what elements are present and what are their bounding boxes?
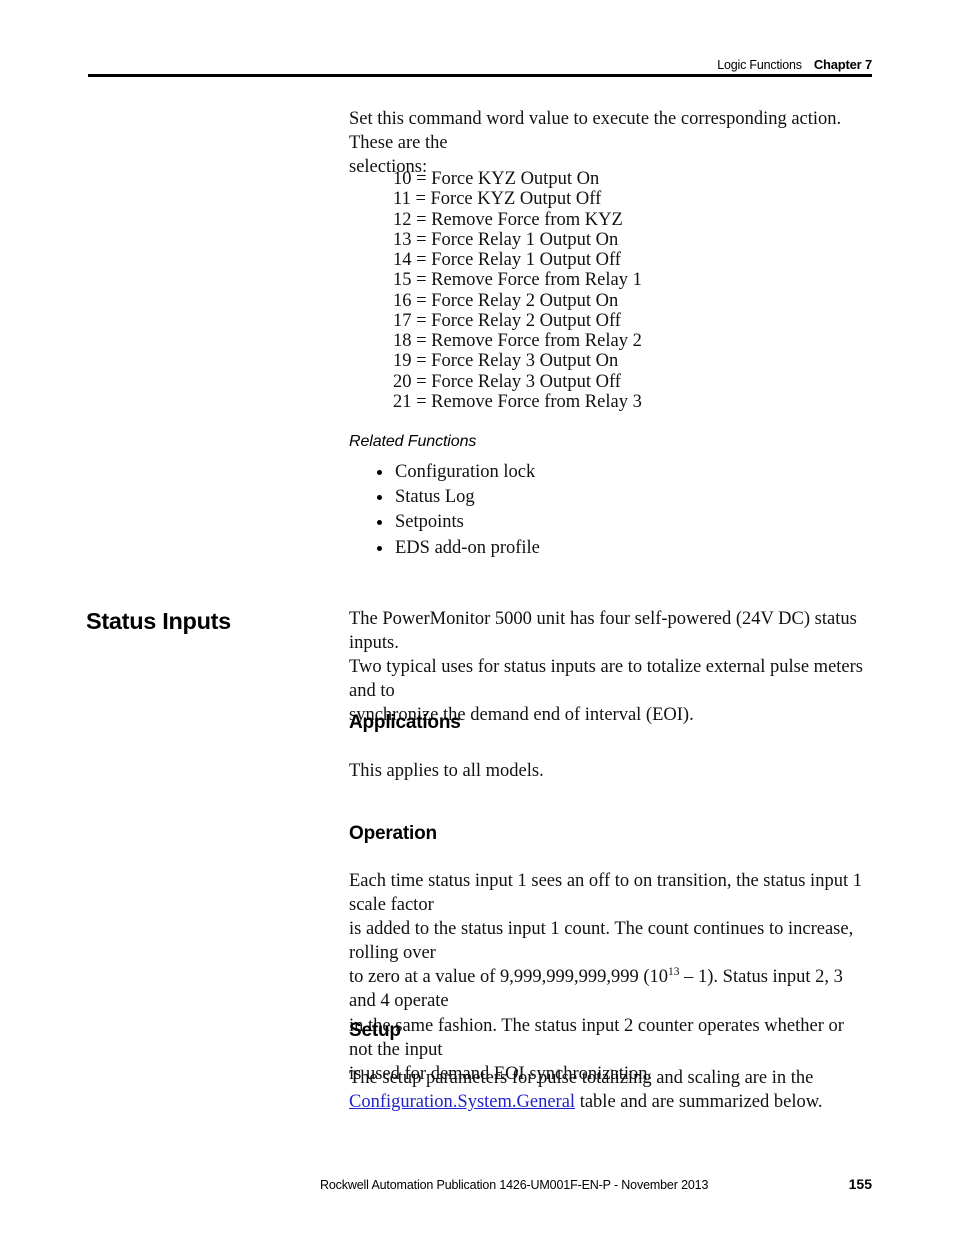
list-item: 16 = Force Relay 2 Output On (393, 290, 619, 311)
list-item: 17 = Force Relay 2 Output Off (393, 310, 621, 331)
list-item-label: Status Log (395, 487, 475, 508)
list-item: 11 = Force KYZ Output Off (393, 189, 602, 210)
list-item: 15 = Remove Force from Relay 1 (393, 270, 642, 291)
operation-body-line-2: is added to the status input 1 count. Th… (349, 919, 854, 964)
list-item: 19 = Force Relay 3 Output On (393, 351, 619, 372)
setup-body-wrap: The setup parameters for pulse totalizin… (349, 1066, 872, 1114)
bullet-dot-icon (377, 520, 382, 526)
header-text-group: Logic Functions Chapter 7 (717, 57, 872, 72)
configuration-system-general-link[interactable]: Configuration.System.General (349, 1092, 575, 1112)
intro-paragraph-line-1: Set this command word value to execute t… (349, 109, 842, 154)
operation-heading: Operation (349, 823, 437, 844)
list-item-label: Setpoints (395, 512, 464, 533)
header-rule-divider (88, 74, 872, 77)
page-footer: Rockwell Automation Publication 1426-UM0… (320, 1176, 872, 1192)
command-selection-items: 10 = Force KYZ Output On 11 = Force KYZ … (393, 169, 916, 412)
operation-body-line-1: Each time status input 1 sees an off to … (349, 871, 862, 916)
applications-body-wrap: This applies to all models. (349, 759, 872, 783)
setup-heading: Setup (349, 1020, 401, 1041)
list-item: 13 = Force Relay 1 Output On (393, 229, 619, 250)
list-item: 10 = Force KYZ Output On (393, 169, 600, 189)
status-inputs-intro: The PowerMonitor 5000 unit has four self… (349, 607, 872, 727)
applications-body-text: This applies to all models. (349, 761, 544, 781)
operation-body-line-3: to zero at a value of 9,999,999,999,999 … (349, 965, 872, 1013)
list-item: Configuration lock (349, 460, 872, 485)
bullet-dot-icon (377, 545, 382, 551)
setup-body-line-2: Configuration.System.General table and a… (349, 1090, 872, 1114)
header-chapter-label: Chapter 7 (813, 57, 872, 72)
footer-page-number: 155 (848, 1176, 872, 1192)
related-functions-heading: Related Functions (349, 433, 477, 450)
setup-section: Setup (349, 1020, 872, 1042)
applications-heading: Applications (349, 712, 461, 733)
list-item-label: EDS add-on profile (395, 537, 540, 558)
list-item-label: Configuration lock (395, 462, 536, 482)
command-selection-list: 10 = Force KYZ Output On 11 = Force KYZ … (393, 169, 916, 412)
header-section-title: Logic Functions (717, 58, 802, 72)
operation-body-wrap: Each time status input 1 sees an off to … (349, 869, 872, 1086)
bullet-dot-icon (377, 470, 382, 475)
operation-line3-prefix: to zero at a value of 9,999,999,999,999 … (349, 967, 669, 988)
status-inputs-margin-heading-wrap: Status Inputs (86, 608, 336, 635)
page-title: Status Inputs (86, 608, 231, 634)
list-item: 14 = Force Relay 1 Output Off (393, 250, 621, 270)
operation-exponent: 13 (668, 966, 680, 979)
list-item: 18 = Remove Force from Relay 2 (393, 331, 642, 351)
list-item: Setpoints (349, 510, 872, 535)
bullet-dot-icon (377, 495, 382, 501)
list-item: Status Log (349, 485, 872, 510)
setup-line2-suffix: table and are summarized below. (575, 1092, 823, 1113)
applications-section: Applications (349, 712, 872, 734)
list-item: 12 = Remove Force from KYZ (393, 209, 623, 230)
related-functions-section: Related Functions Configuration lock Sta… (349, 433, 872, 561)
list-item: 20 = Force Relay 3 Output Off (393, 371, 621, 392)
list-item: EDS add-on profile (349, 536, 872, 561)
setup-body-line-1: The setup parameters for pulse totalizin… (349, 1068, 814, 1088)
related-functions-list: Configuration lock Status Log Setpoints … (349, 460, 872, 561)
list-item: 21 = Remove Force from Relay 3 (393, 391, 642, 412)
operation-section: Operation (349, 823, 872, 845)
status-inputs-intro-line-1: The PowerMonitor 5000 unit has four self… (349, 609, 857, 654)
status-inputs-intro-line-2: Two typical uses for status inputs are t… (349, 657, 863, 702)
footer-publication-text: Rockwell Automation Publication 1426-UM0… (320, 1178, 709, 1192)
